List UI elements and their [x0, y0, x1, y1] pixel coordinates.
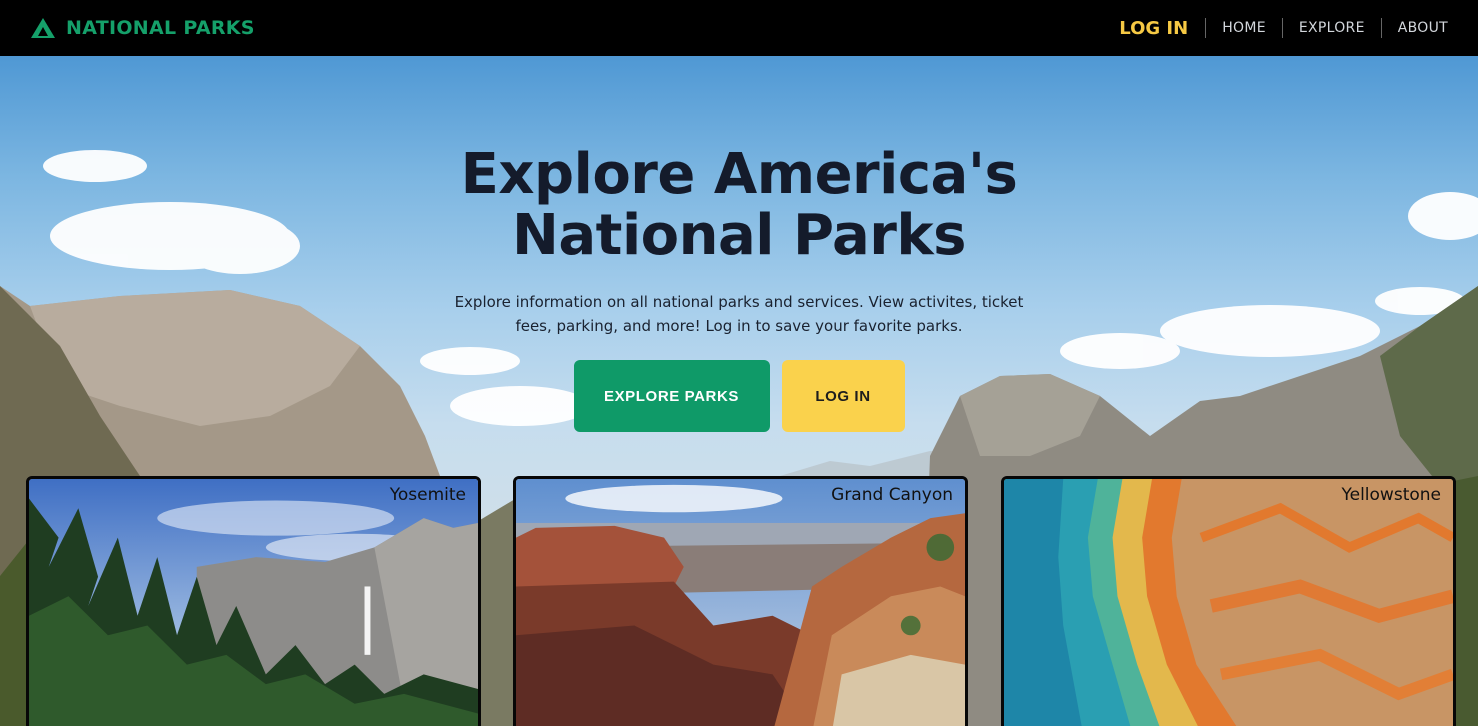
- navbar: NATIONAL PARKS LOG IN HOME EXPLORE ABOUT: [0, 0, 1478, 56]
- hero-title-line1: Explore America's: [460, 142, 1018, 207]
- nav-menu: LOG IN HOME EXPLORE ABOUT: [1119, 18, 1448, 39]
- yosemite-image: [29, 479, 478, 726]
- nav-link-about[interactable]: ABOUT: [1380, 18, 1448, 38]
- yellowstone-image: [1004, 479, 1453, 726]
- login-button[interactable]: LOG IN: [781, 360, 905, 432]
- card-title-yellowstone: Yellowstone: [1341, 485, 1442, 505]
- explore-parks-button[interactable]: EXPLORE PARKS: [573, 360, 770, 432]
- hero-title-line2: National Parks: [512, 203, 966, 268]
- nav-link-explore[interactable]: EXPLORE: [1281, 18, 1381, 38]
- nav-login-link[interactable]: LOG IN: [1119, 18, 1205, 39]
- hero-buttons: EXPLORE PARKS LOG IN: [0, 360, 1478, 432]
- park-card-yosemite[interactable]: Yosemite: [26, 476, 481, 726]
- park-card-grand-canyon[interactable]: Grand Canyon: [513, 476, 968, 726]
- mountain-icon: [31, 18, 55, 38]
- brand-logo[interactable]: NATIONAL PARKS: [30, 17, 255, 39]
- hero-content: Explore America's National Parks Explore…: [0, 144, 1478, 432]
- hero-subtitle: Explore information on all national park…: [454, 293, 1024, 335]
- card-title-yosemite: Yosemite: [389, 485, 466, 505]
- brand-name: NATIONAL PARKS: [66, 17, 255, 39]
- grand-canyon-image: [516, 479, 965, 726]
- nav-link-home[interactable]: HOME: [1205, 18, 1282, 38]
- card-title-grand-canyon: Grand Canyon: [831, 485, 953, 505]
- park-card-yellowstone[interactable]: Yellowstone: [1001, 476, 1456, 726]
- hero-title: Explore America's National Parks: [0, 144, 1478, 266]
- hero-section: Explore America's National Parks Explore…: [0, 56, 1478, 726]
